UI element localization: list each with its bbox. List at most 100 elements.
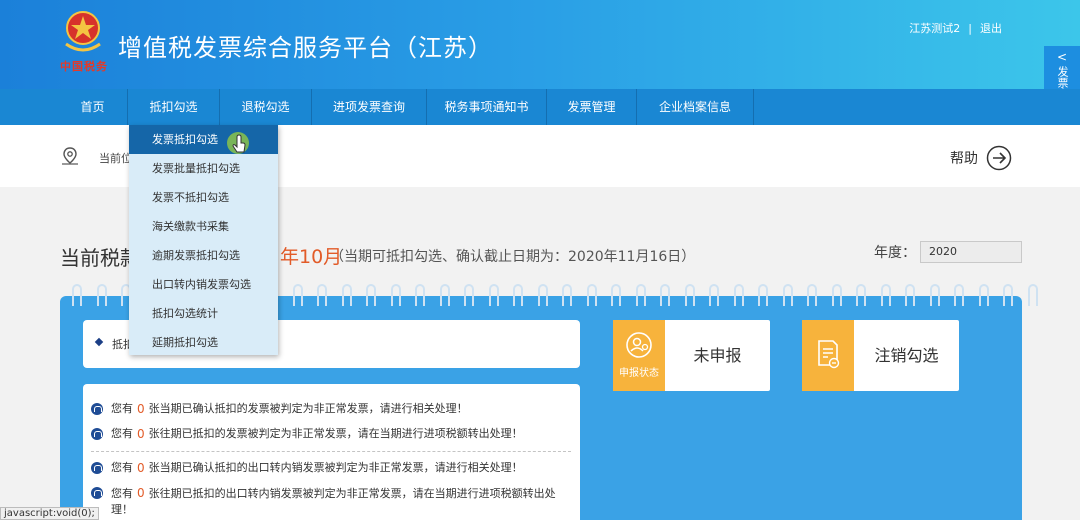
message-text: 张当期已确认抵扣的出口转内销发票被判定为非正常发票，请进行相关处理！ [148, 461, 523, 474]
menu-item-export-to-domestic-select[interactable]: 出口转内销发票勾选 [129, 270, 278, 299]
binder-ring [635, 284, 646, 306]
nav-tax-notice[interactable]: 税务事项通知书 [427, 89, 547, 125]
declaration-status-card[interactable]: 申报状态 未申报 [613, 320, 770, 391]
nav-enterprise-archive[interactable]: 企业档案信息 [637, 89, 754, 125]
binder-ring [954, 284, 964, 306]
declaration-status-label: 申报状态 [619, 368, 659, 379]
nav-refund-select[interactable]: 退税勾选 [220, 89, 312, 125]
deduction-select-dropdown: 发票抵扣勾选 发票批量抵扣勾选 发票不抵扣勾选 海关缴款书采集 逾期发票抵扣勾选… [129, 125, 278, 355]
message-prefix: 您有 [111, 402, 133, 415]
binder-ring [831, 284, 842, 306]
message-row: 您有 0 张当期已确认抵扣的出口转内销发票被判定为非正常发票，请进行相关处理！ [91, 460, 571, 476]
binder-ring [856, 284, 866, 306]
tax-emblem-icon [65, 11, 101, 52]
browser-status-bar: javascript:void(0); [0, 507, 99, 520]
bell-icon [91, 428, 103, 440]
binder-ring [415, 284, 425, 306]
binder-ring [439, 284, 450, 306]
hand-cursor-icon [227, 132, 249, 154]
message-text: 张往期已抵扣的出口转内销发票被判定为非正常发票，请在当期进行进项税额转出处理！ [111, 487, 556, 516]
user-name[interactable]: 江苏测试2 [909, 22, 960, 35]
message-count[interactable]: 0 [137, 401, 145, 417]
message-text: 张当期已确认抵扣的发票被判定为非正常发票，请进行相关处理！ [148, 402, 468, 415]
help-button[interactable]: 帮助 [950, 145, 1012, 171]
year-select[interactable]: 2020 [920, 241, 1022, 263]
nav-input-invoice-query[interactable]: 进项发票查询 [312, 89, 427, 125]
menu-item-invoice-deduction-select[interactable]: 发票抵扣勾选 [129, 125, 278, 154]
menu-item-non-deduction-select[interactable]: 发票不抵扣勾选 [129, 183, 278, 212]
breadcrumb: 当前位 [99, 152, 132, 165]
menu-item-deduction-statistics[interactable]: 抵扣勾选统计 [129, 299, 278, 328]
bell-icon [91, 403, 103, 415]
binder-ring [513, 284, 523, 306]
message-count[interactable]: 0 [137, 460, 145, 476]
help-label: 帮助 [950, 151, 978, 167]
document-cancel-icon [818, 340, 840, 369]
binder-ring [1003, 284, 1013, 306]
binder-ring [96, 284, 107, 306]
message-prefix: 您有 [111, 461, 133, 474]
binder-ring [758, 284, 768, 306]
binder-ring [611, 284, 621, 306]
message-row: 您有 0 张往期已抵扣的出口转内销发票被判定为非正常发票，请在当期进行进项税额转出处… [91, 485, 571, 518]
menu-item-batch-deduction-select[interactable]: 发票批量抵扣勾选 [129, 154, 278, 183]
menu-item-customs-payment-collect[interactable]: 海关缴款书采集 [129, 212, 278, 241]
binder-ring [464, 284, 474, 306]
user-status-icon [626, 332, 652, 358]
user-area: 江苏测试2 | 退出 [905, 20, 1006, 36]
cancel-selection-icon-box [802, 320, 854, 391]
message-prefix: 您有 [111, 427, 133, 440]
binder-ring [709, 284, 719, 306]
year-label: 年度： [874, 245, 916, 261]
cancel-selection-label: 注销勾选 [874, 346, 939, 365]
declaration-status-value: 未申报 [693, 346, 742, 365]
binder-ring [880, 284, 891, 306]
binder-ring [390, 284, 401, 306]
main-nav-bar: 首页 抵扣勾选 退税勾选 进项发票查询 税务事项通知书 发票管理 企业档案信息 [0, 89, 1080, 125]
header-banner: 中国税务 增值税发票综合服务平台（江苏） 江苏测试2 | 退出 [0, 0, 1080, 89]
binder-ring [782, 284, 793, 306]
divider [91, 451, 571, 452]
message-count[interactable]: 0 [137, 426, 145, 442]
binder-ring [733, 284, 744, 306]
message-row: 您有 0 张往期已抵扣的发票被判定为非正常发票，请在当期进行进项税额转出处理！ [91, 426, 571, 442]
menu-item-overdue-deduction-select[interactable]: 逾期发票抵扣勾选 [129, 241, 278, 270]
bell-icon [91, 487, 103, 499]
binder-ring [72, 284, 82, 306]
binder-ring [341, 284, 352, 306]
binder-ring [292, 284, 303, 306]
binder-ring [586, 284, 597, 306]
logout-link[interactable]: 退出 [980, 22, 1002, 35]
binder-ring [978, 284, 989, 306]
bell-icon [91, 462, 103, 474]
nav-home[interactable]: 首页 [58, 89, 128, 125]
message-count[interactable]: 0 [137, 486, 145, 500]
message-prefix: 您有 [111, 487, 133, 500]
binder-ring [317, 284, 327, 306]
binder-ring [807, 284, 817, 306]
binder-ring [905, 284, 915, 306]
message-text: 张往期已抵扣的发票被判定为非正常发票，请在当期进行进项税额转出处理！ [148, 427, 523, 440]
binder-ring [660, 284, 670, 306]
message-row: 您有 0 张当期已确认抵扣的发票被判定为非正常发票，请进行相关处理！ [91, 401, 571, 417]
cancel-selection-card[interactable]: 注销勾选 [802, 320, 959, 391]
binder-ring [562, 284, 572, 306]
binder-ring [929, 284, 940, 306]
nav-invoice-management[interactable]: 发票管理 [547, 89, 637, 125]
binder-ring [488, 284, 499, 306]
location-pin-icon [62, 147, 78, 165]
brand-subtitle: 中国税务 [60, 60, 108, 73]
binder-ring [1027, 284, 1038, 306]
period-label: 当前税款 [60, 246, 140, 270]
app-title: 增值税发票综合服务平台（江苏） [118, 34, 493, 62]
nav-deduction-select[interactable]: 抵扣勾选 [128, 89, 220, 125]
binder-ring [366, 284, 376, 306]
menu-item-deferred-deduction-select[interactable]: 延期抵扣勾选 [129, 328, 278, 357]
declaration-status-icon-box: 申报状态 [613, 320, 665, 391]
chevron-left-icon: < [1056, 50, 1068, 64]
binder-ring [537, 284, 548, 306]
binder-ring [684, 284, 695, 306]
period-deadline-note: （当期可抵扣勾选、确认截止日期为：2020年11月16日） [330, 249, 696, 265]
arrow-right-circle-icon [986, 145, 1012, 171]
separator: | [968, 22, 972, 35]
